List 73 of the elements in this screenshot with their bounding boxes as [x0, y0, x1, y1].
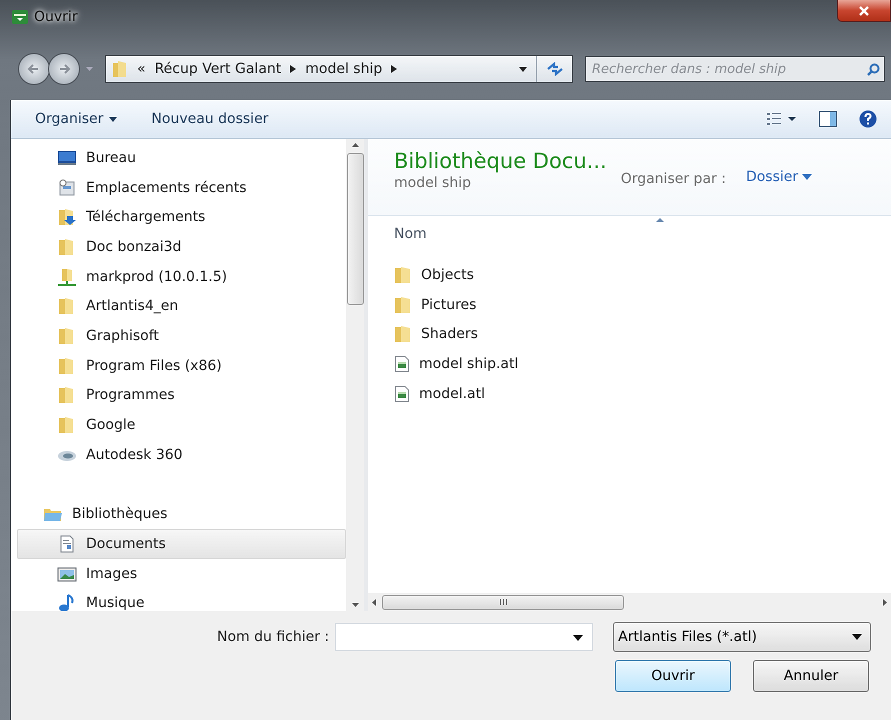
- search-field[interactable]: Rechercher dans : model ship: [585, 56, 885, 82]
- sidebar-item[interactable]: markprod (10.0.1.5): [11, 262, 346, 292]
- sidebar-item[interactable]: Program Files (x86): [11, 350, 346, 380]
- file-item[interactable]: Pictures: [394, 290, 891, 320]
- forward-arrow-icon: [57, 62, 71, 76]
- back-button[interactable]: [18, 53, 50, 85]
- folder-icon: [394, 266, 412, 284]
- sidebar-item[interactable]: Emplacements récents: [11, 172, 346, 202]
- library-subtitle: model ship: [394, 175, 472, 191]
- sidebar-item[interactable]: Musique: [11, 588, 346, 611]
- overflow-chevron[interactable]: «: [137, 61, 146, 77]
- new-folder-button[interactable]: Nouveau dossier: [145, 107, 274, 131]
- search-icon[interactable]: [867, 63, 880, 76]
- sidebar-item[interactable]: Graphisoft: [11, 321, 346, 351]
- file-type-dropdown[interactable]: Artlantis Files (*.atl): [613, 622, 872, 652]
- dropdown-arrow-icon[interactable]: [573, 635, 584, 641]
- breadcrumb-item[interactable]: model ship: [305, 61, 382, 77]
- sidebar-item[interactable]: Programmes: [11, 380, 346, 410]
- arrange-by-label: Organiser par :: [620, 171, 726, 187]
- image-file-icon: [394, 384, 410, 403]
- breadcrumb-item[interactable]: Récup Vert Galant: [154, 61, 282, 77]
- app-icon: [12, 10, 28, 24]
- help-icon[interactable]: [859, 110, 877, 128]
- desktop-icon: [57, 148, 77, 167]
- file-item[interactable]: Shaders: [394, 319, 891, 350]
- sort-arrow-icon: [656, 218, 664, 222]
- forward-button[interactable]: [48, 53, 80, 85]
- folder-icon: [394, 325, 412, 344]
- scroll-left-arrow-icon[interactable]: [372, 598, 376, 606]
- folder-icon: [112, 60, 128, 78]
- file-name-field[interactable]: [335, 623, 594, 651]
- view-options-icon[interactable]: [767, 112, 797, 126]
- file-name-label: Nom du fichier :: [217, 629, 330, 645]
- preview-pane-icon[interactable]: [819, 111, 837, 127]
- sidebar-item[interactable]: Doc bonzai3d: [11, 232, 346, 262]
- folder-icon: [394, 296, 412, 314]
- refresh-icon: [546, 62, 564, 76]
- scroll-up-arrow-icon[interactable]: [352, 143, 358, 147]
- chevron-icon[interactable]: [391, 65, 398, 73]
- file-item[interactable]: Objects: [394, 260, 891, 290]
- organize-button[interactable]: Organiser: [29, 107, 124, 131]
- sidebar-item[interactable]: Artlantis4_en: [11, 291, 346, 322]
- open-button[interactable]: Ouvrir: [615, 660, 731, 692]
- network-icon: [57, 268, 77, 286]
- download-icon: [57, 208, 77, 226]
- grip-icon: [500, 599, 506, 605]
- sidebar-item[interactable]: Documents: [17, 529, 346, 559]
- sidebar-item[interactable]: Bibliothèques: [11, 500, 346, 530]
- file-item[interactable]: model ship.atl: [394, 349, 891, 379]
- library-title: Bibliothèque Docu...: [394, 149, 607, 173]
- close-icon: [858, 6, 870, 16]
- horizontal-scrollbar[interactable]: [368, 593, 891, 611]
- dropdown-arrow-icon[interactable]: [519, 66, 527, 72]
- sidebar-item[interactable]: Téléchargements: [11, 202, 346, 232]
- address-bar[interactable]: « Récup Vert Galant model ship: [105, 55, 573, 83]
- vertical-scrollbar[interactable]: [346, 139, 364, 611]
- window-title: Ouvrir: [34, 9, 78, 25]
- cancel-button[interactable]: Annuler: [753, 660, 869, 692]
- file-item[interactable]: model.atl: [394, 378, 891, 408]
- column-header[interactable]: Nom: [394, 226, 427, 242]
- image-file-icon: [394, 354, 410, 373]
- scroll-down-arrow-icon[interactable]: [352, 603, 358, 607]
- sidebar-item[interactable]: Images: [11, 558, 346, 589]
- recent-icon: [57, 178, 77, 197]
- sidebar-item[interactable]: Bureau: [11, 143, 346, 173]
- close-button[interactable]: [837, 0, 891, 22]
- sidebar-item[interactable]: Google: [11, 410, 346, 440]
- image-icon: [57, 564, 77, 583]
- back-arrow-icon: [27, 62, 41, 76]
- sidebar-item[interactable]: Autodesk 360: [11, 440, 346, 470]
- chevron-icon[interactable]: [290, 65, 296, 73]
- arrange-by-dropdown[interactable]: Dossier: [740, 168, 818, 186]
- scroll-right-arrow-icon[interactable]: [883, 598, 887, 606]
